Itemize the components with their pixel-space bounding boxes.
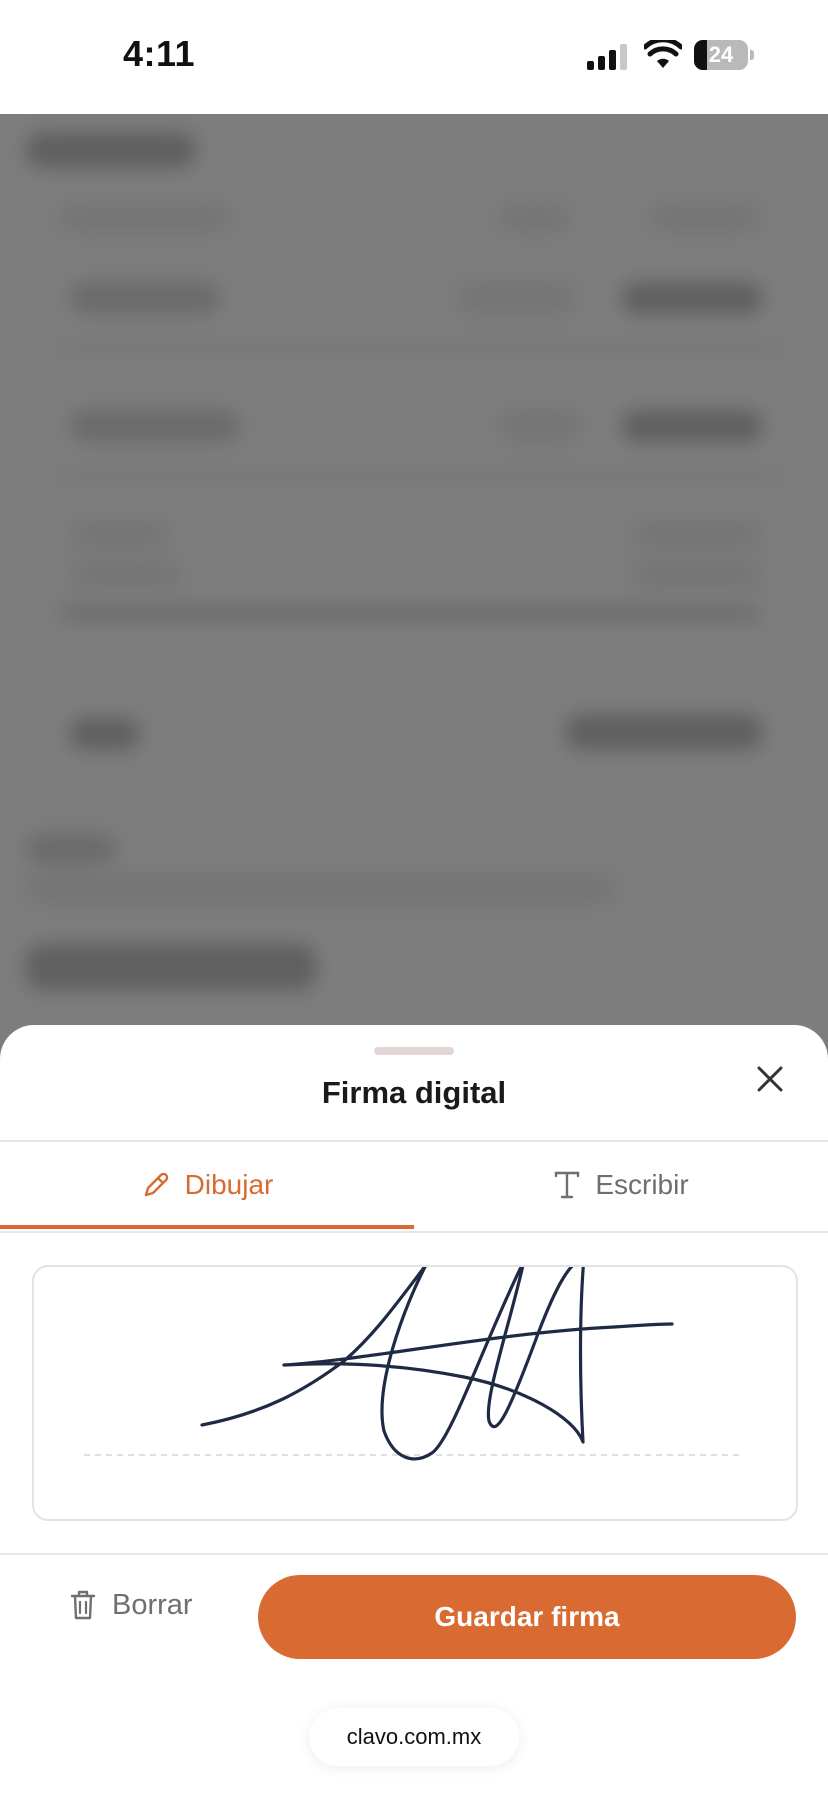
sheet-title: Firma digital bbox=[321, 1075, 507, 1110]
footer-divider bbox=[0, 1553, 828, 1555]
signature-canvas[interactable] bbox=[32, 1265, 798, 1521]
tab-draw[interactable]: Dibujar bbox=[0, 1141, 414, 1229]
text-icon bbox=[555, 1171, 580, 1199]
active-tab-indicator bbox=[0, 1225, 414, 1229]
tab-type[interactable]: Escribir bbox=[414, 1141, 828, 1229]
sheet-grabber[interactable] bbox=[374, 1047, 454, 1055]
save-signature-button[interactable]: Guardar firma bbox=[258, 1575, 796, 1659]
wifi-icon bbox=[644, 40, 682, 68]
browser-url-pill[interactable]: clavo.com.mx bbox=[309, 1708, 519, 1766]
close-icon bbox=[757, 1066, 783, 1092]
signature-sheet: Firma digital Dibujar Escribir Borrar Gu… bbox=[0, 1025, 828, 1795]
trash-icon bbox=[70, 1590, 96, 1620]
tab-type-label: Escribir bbox=[595, 1169, 689, 1200]
status-bar: 4:11 24 bbox=[0, 0, 828, 114]
browser-url: clavo.com.mx bbox=[346, 1724, 482, 1749]
close-button[interactable] bbox=[748, 1057, 792, 1101]
pencil-icon bbox=[144, 1172, 168, 1197]
clear-button[interactable]: Borrar bbox=[70, 1575, 193, 1635]
battery-icon: 24 bbox=[694, 40, 756, 70]
tab-draw-label: Dibujar bbox=[184, 1169, 274, 1200]
status-time: 4:11 bbox=[123, 33, 196, 74]
clear-button-label: Borrar bbox=[112, 1588, 193, 1621]
cellular-signal-icon bbox=[587, 44, 627, 70]
tabs-divider bbox=[0, 1231, 828, 1233]
battery-level: 24 bbox=[708, 42, 734, 67]
signature-stroke bbox=[200, 1267, 674, 1461]
